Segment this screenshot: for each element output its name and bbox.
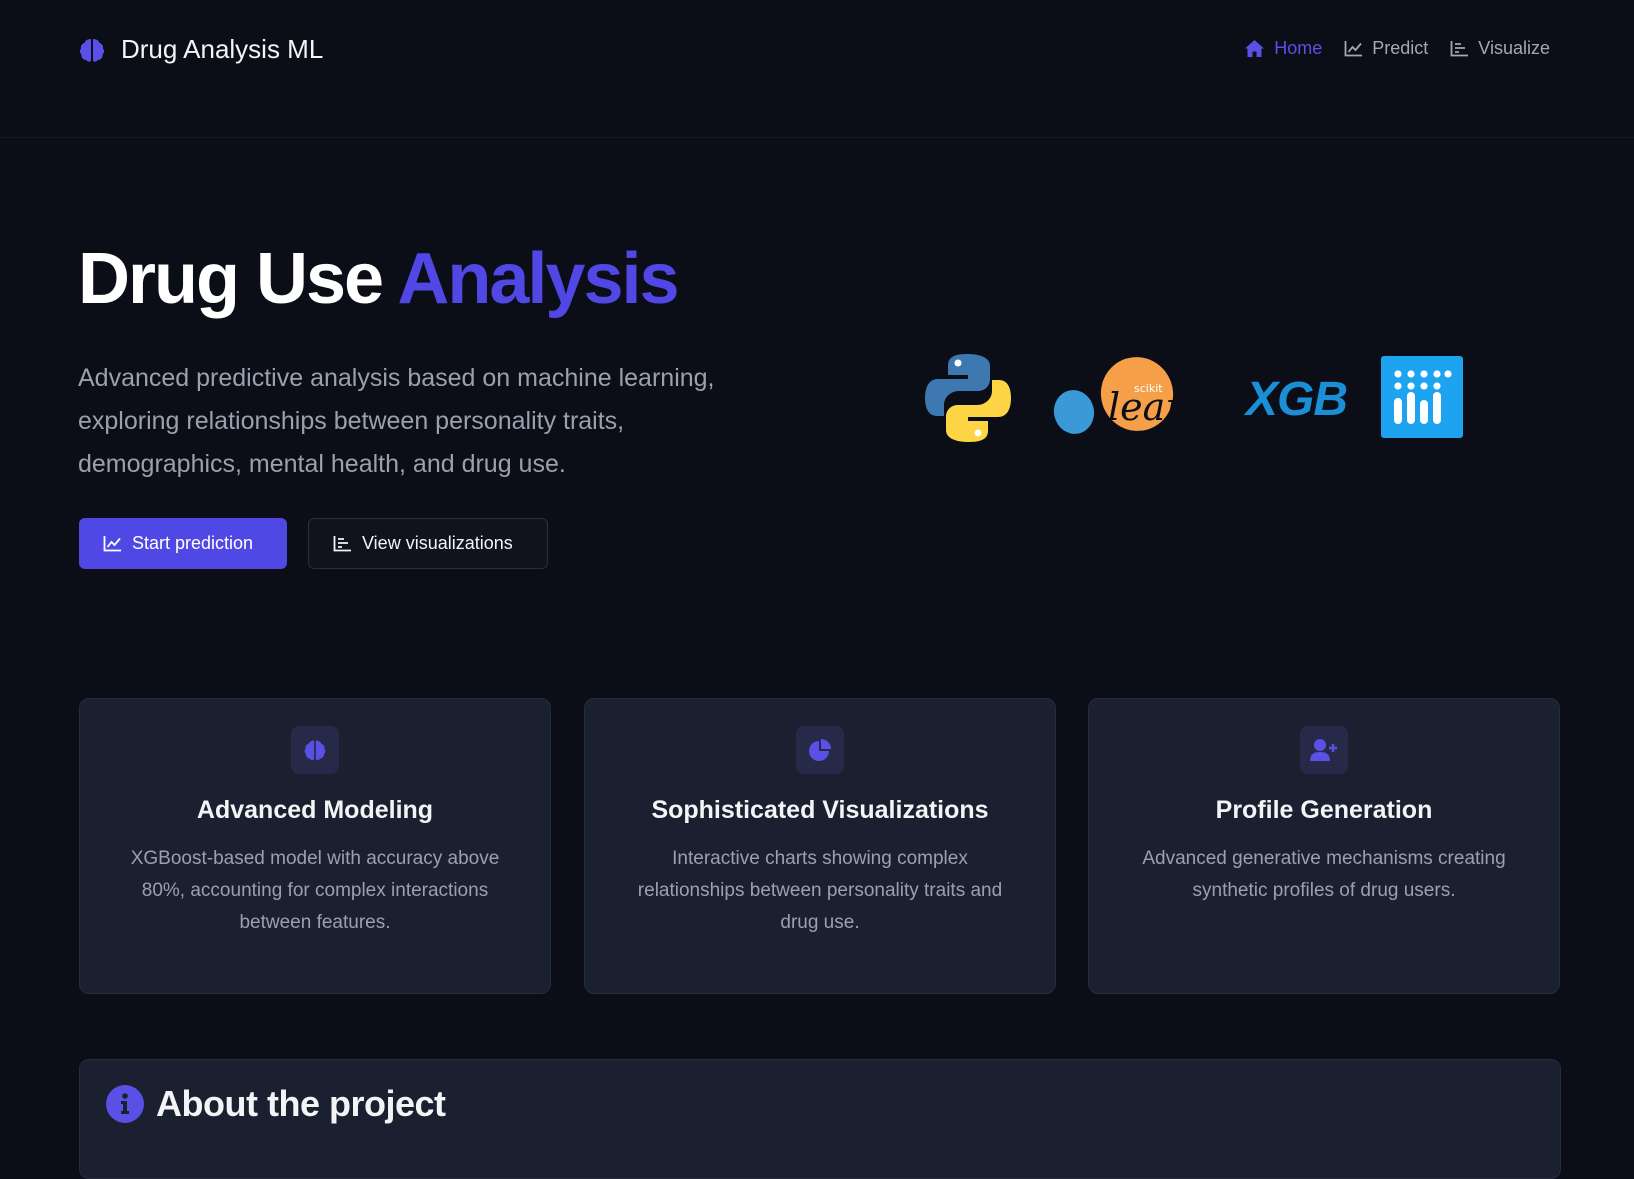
bar-chart-icon: [1450, 41, 1469, 57]
pie-chart-icon: [809, 739, 831, 761]
home-icon: [1245, 40, 1265, 57]
plotly-logo: [1381, 356, 1463, 438]
line-chart-icon: [1344, 41, 1363, 57]
card-text: Interactive charts showing complex relat…: [637, 848, 1003, 933]
nav-home[interactable]: Home: [1244, 38, 1322, 59]
hero-title: Drug Use Analysis: [78, 238, 680, 320]
card-title: Profile Generation: [1215, 796, 1433, 824]
main-nav: Home Predict Visualize: [1222, 38, 1550, 59]
card-title: Sophisticated Visualizations: [651, 796, 989, 824]
about-section: About the project: [79, 1059, 1561, 1179]
about-header: About the project: [106, 1083, 446, 1125]
nav-visualize-label: Visualize: [1478, 38, 1550, 58]
brain-icon: [78, 36, 106, 64]
card-icon-container: [796, 726, 844, 774]
brain-icon: [304, 740, 326, 760]
view-visualizations-label: View visualizations: [362, 533, 513, 553]
bar-chart-icon: [333, 536, 351, 552]
brand-name: Drug Analysis ML: [121, 34, 324, 64]
start-prediction-button[interactable]: Start prediction: [79, 518, 287, 569]
card-text: XGBoost-based model with accuracy above …: [130, 848, 500, 933]
card-icon-container: [1300, 726, 1348, 774]
user-plus-icon: [1310, 739, 1337, 761]
feature-card-modeling: Advanced Modeling XGBoost-based model wi…: [79, 698, 551, 994]
about-title: About the project: [156, 1083, 446, 1124]
scikit-learn-logo: scikit learn: [1053, 357, 1202, 434]
feature-card-visualizations: Sophisticated Visualizations Interactive…: [584, 698, 1056, 994]
feature-card-profiles: Profile Generation Advanced generative m…: [1088, 698, 1560, 994]
xgb-logo: XGB: [1246, 373, 1348, 426]
brand-link[interactable]: Drug Analysis ML: [78, 34, 323, 65]
nav-predict[interactable]: Predict: [1344, 38, 1428, 59]
hero-title-accent: Analysis: [397, 239, 679, 319]
nav-predict-label: Predict: [1372, 38, 1429, 58]
view-visualizations-button[interactable]: View visualizations: [308, 518, 548, 569]
card-text: Advanced generative mechanisms creating …: [1142, 848, 1506, 901]
info-icon: [106, 1085, 144, 1123]
card-icon-container: [291, 726, 339, 774]
card-title: Advanced Modeling: [196, 796, 434, 824]
hero-description: Advanced predictive analysis based on ma…: [78, 364, 715, 478]
navbar: Drug Analysis ML Home Predict Visualize: [0, 0, 1634, 138]
scikit-main-text: learn: [1108, 385, 1202, 429]
nav-home-label: Home: [1274, 38, 1323, 58]
start-prediction-label: Start prediction: [132, 533, 254, 553]
python-logo: [925, 354, 1011, 442]
hero-title-main: Drug Use: [78, 239, 398, 319]
nav-visualize[interactable]: Visualize: [1450, 38, 1550, 59]
line-chart-icon: [103, 536, 121, 552]
